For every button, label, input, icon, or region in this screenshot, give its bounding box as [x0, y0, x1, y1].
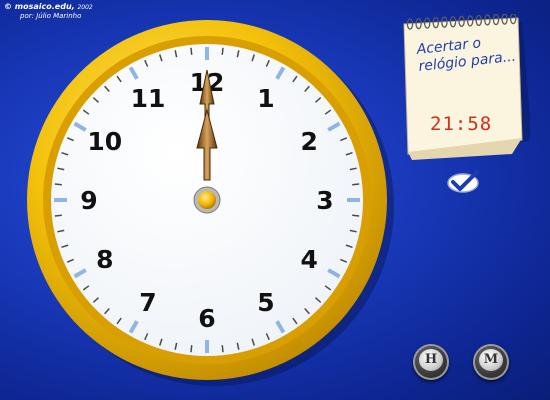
clock-number: 5: [257, 288, 274, 317]
clock-number: 11: [131, 84, 166, 113]
minute-tick: [352, 214, 360, 217]
hour-button-label: H: [419, 349, 443, 371]
clock-number: 1: [257, 84, 274, 113]
clock-number: 3: [316, 186, 333, 215]
check-icon[interactable]: [446, 170, 480, 194]
clock-number: 8: [96, 245, 113, 274]
clock-number: 9: [80, 186, 97, 215]
hour-button[interactable]: H: [413, 344, 449, 380]
minute-tick: [54, 183, 62, 186]
minute-tick: [352, 183, 360, 186]
clock-number: 2: [300, 127, 317, 156]
minute-tick: [221, 345, 224, 353]
app-stage: © mosaico.edu, 2002 por: Júlio Marinho 1…: [0, 0, 550, 400]
minute-tick: [190, 345, 193, 353]
clock-number: 7: [139, 288, 156, 317]
target-time: 21:58: [430, 113, 493, 135]
clock-number: 10: [87, 127, 122, 156]
minute-tick: [190, 47, 193, 55]
minute-tick: [54, 214, 62, 217]
minute-tick: [221, 47, 224, 55]
analog-clock: 121234567891011: [27, 20, 394, 386]
minute-button-label: M: [479, 349, 503, 371]
minute-button[interactable]: M: [473, 344, 509, 380]
clock-hub: [198, 191, 216, 209]
clock-number: 6: [198, 304, 215, 333]
clock-number: 4: [300, 245, 317, 274]
